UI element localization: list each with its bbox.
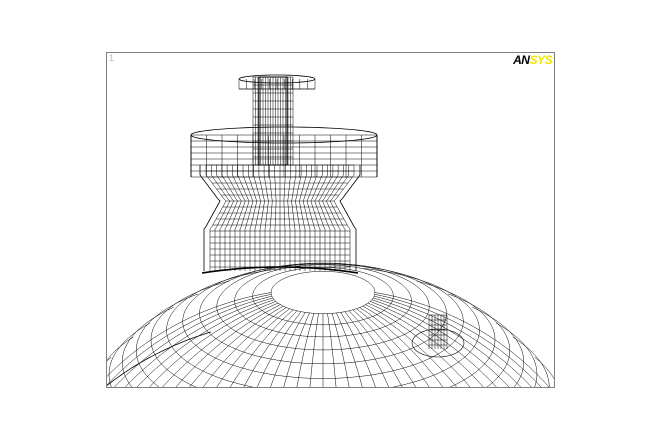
sphere-meridian-line <box>187 306 283 388</box>
sphere-outer-contour <box>107 332 211 388</box>
window-number-label: 1 <box>109 53 115 63</box>
flange-mesh <box>191 127 377 177</box>
sphere-meridian-line <box>372 300 515 388</box>
sphere-meridian-line <box>360 308 446 389</box>
sphere-latitude-line <box>136 294 198 388</box>
sphere-meridian-line <box>131 300 274 388</box>
sphere-meridian-line <box>107 294 271 388</box>
ansys-logo: ANSYS <box>513 53 552 67</box>
sphere-latitude-line <box>513 337 550 388</box>
graphics-stage: 1 ANSYS <box>0 0 660 440</box>
spherical-shell-mesh <box>107 263 555 388</box>
sphere-meridian-line <box>375 294 546 388</box>
sphere-meridian-line <box>122 298 273 388</box>
sphere-meridian-line <box>366 305 473 388</box>
small-nozzle-mesh <box>412 315 464 357</box>
sphere-latitude-line <box>271 271 375 313</box>
sphere-meridian-line <box>256 312 301 388</box>
sphere-meridian-line <box>201 308 287 389</box>
sphere-meridian-line <box>363 306 459 388</box>
logo-part-b: SYS <box>529 53 552 67</box>
sphere-meridian-line <box>146 301 276 388</box>
graphics-viewport[interactable]: 1 ANSYS <box>106 52 555 388</box>
logo-part-a: AN <box>513 53 530 67</box>
center-stem-mesh <box>253 77 293 165</box>
sphere-meridian-line <box>345 312 390 388</box>
sphere-meridian-line <box>174 305 281 388</box>
sphere-latitude-line <box>496 323 537 388</box>
sphere-meridian-line <box>373 298 524 388</box>
nozzle-body-mesh <box>200 165 360 273</box>
fe-mesh-plot <box>107 53 555 388</box>
sphere-latitude-line <box>109 323 150 388</box>
sphere-latitude-line <box>448 294 510 388</box>
